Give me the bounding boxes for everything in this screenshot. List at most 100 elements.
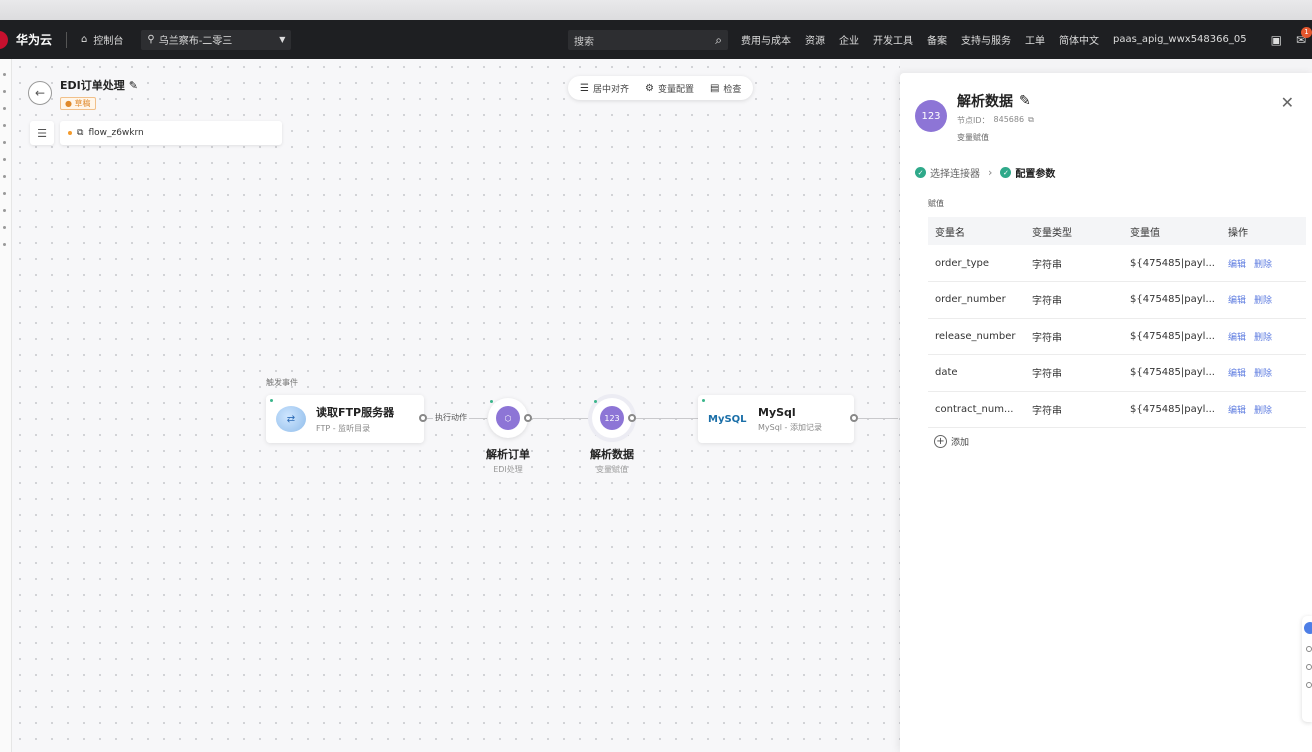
edit-link[interactable]: 编辑 xyxy=(1228,296,1246,306)
node-mysql[interactable]: MySQL MySql MySql - 添加记录 xyxy=(698,395,854,443)
brand-name[interactable]: 华为云 xyxy=(16,31,52,48)
left-collapsed-sidebar[interactable] xyxy=(0,59,12,752)
location-pin-icon: ⚲ xyxy=(147,34,155,45)
delete-link[interactable]: 删除 xyxy=(1254,369,1272,379)
node-parse-order[interactable]: ⬡ xyxy=(488,398,528,438)
nav-language[interactable]: 简体中文 xyxy=(1059,32,1099,47)
huawei-logo-icon xyxy=(0,30,8,49)
flow-name-item[interactable]: ⧉ flow_z6wkrn xyxy=(60,121,282,145)
delete-link[interactable]: 删除 xyxy=(1254,296,1272,306)
nav-user-account[interactable]: paas_apig_wwx548366_05 xyxy=(1113,34,1247,45)
step-config-params[interactable]: ✓ 配置参数 xyxy=(1000,165,1055,180)
nav-dev-tools[interactable]: 开发工具 xyxy=(873,32,913,47)
flow-title: EDI订单处理 ✎ xyxy=(60,77,138,93)
nav-tickets[interactable]: 工单 xyxy=(1025,32,1045,47)
section-label: 赋值 xyxy=(928,199,944,208)
output-port[interactable] xyxy=(419,414,427,422)
delete-link[interactable]: 删除 xyxy=(1254,333,1272,343)
sidebar-handle xyxy=(3,243,6,246)
notification-badge: 1 xyxy=(1301,26,1312,38)
nav-filing[interactable]: 备案 xyxy=(927,32,947,47)
node-title: 读取FTP服务器 xyxy=(316,406,395,419)
flow-name-label: flow_z6wkrn xyxy=(88,128,144,138)
region-selector[interactable]: ⚲ 乌兰察布-二零三 ▼ xyxy=(141,29,292,50)
var-name-cell: release_number xyxy=(928,318,1025,355)
home-icon: ⌂ xyxy=(81,34,88,45)
window-top-strip xyxy=(0,0,1312,20)
edit-link[interactable]: 编辑 xyxy=(1228,369,1246,379)
back-button[interactable]: ← xyxy=(28,81,52,105)
edit-pencil-icon[interactable]: ✎ xyxy=(1019,93,1031,109)
terminal-icon[interactable]: ▣ xyxy=(1271,33,1282,47)
center-align-label: 居中对齐 xyxy=(592,84,629,95)
sidebar-handle xyxy=(3,192,6,195)
feedback-icon[interactable] xyxy=(1306,664,1312,670)
table-row: date 字符串 ${475485|payl... 编辑 删除 xyxy=(928,354,1306,392)
copy-icon[interactable]: ⧉ xyxy=(1028,115,1034,126)
align-icon: ☰ xyxy=(580,82,589,94)
node-subtitle: FTP - 监听目录 xyxy=(316,424,371,433)
flow-title-text: EDI订单处理 xyxy=(60,79,125,92)
node-ftp[interactable]: ⇄ 读取FTP服务器 FTP - 监听目录 xyxy=(266,395,424,443)
console-label: 控制台 xyxy=(93,36,124,47)
sidebar-handle xyxy=(3,209,6,212)
var-config-button[interactable]: ⚙ 变量配置 xyxy=(645,82,694,95)
status-dot xyxy=(68,131,72,135)
center-align-button[interactable]: ☰ 居中对齐 xyxy=(580,82,629,95)
divider xyxy=(66,31,68,48)
settings-icon[interactable] xyxy=(1306,682,1312,688)
status-dot xyxy=(594,400,597,403)
variable-table: 变量名 变量类型 变量值 操作 order_type 字符串 ${475485|… xyxy=(928,217,1306,428)
close-icon[interactable]: ✕ xyxy=(1281,93,1294,112)
nav-support[interactable]: 支持与服务 xyxy=(961,32,1011,47)
nav-cost[interactable]: 费用与成本 xyxy=(741,32,791,47)
check-circle-icon: ✓ xyxy=(1000,167,1012,178)
plus-circle-icon: + xyxy=(934,435,947,448)
node-parse-data[interactable]: 123 xyxy=(592,398,632,438)
var-type-cell: 字符串 xyxy=(1025,245,1123,282)
gear-icon: ⚙ xyxy=(644,82,654,94)
help-icon[interactable] xyxy=(1306,646,1312,652)
delete-link[interactable]: 删除 xyxy=(1254,406,1272,416)
add-label: 添加 xyxy=(951,438,970,448)
search-icon[interactable]: ⌕ xyxy=(715,33,722,48)
message-icon[interactable]: ✉ 1 xyxy=(1296,26,1312,47)
node-title: 解析数据 xyxy=(590,448,634,461)
assistant-icon[interactable] xyxy=(1304,622,1312,634)
edit-link[interactable]: 编辑 xyxy=(1228,333,1246,343)
table-row: contract_num... 字符串 ${475485|payl... 编辑删… xyxy=(928,391,1306,428)
node-caption: 解析数据 变量赋值 xyxy=(567,446,657,475)
check-button[interactable]: ▤ 检查 xyxy=(710,82,741,95)
delete-link[interactable]: 删除 xyxy=(1254,260,1272,270)
add-variable-button[interactable]: + 添加 xyxy=(934,435,969,448)
var-value-cell: ${475485|payl... xyxy=(1123,391,1221,428)
output-port[interactable] xyxy=(628,414,636,422)
nav-resources[interactable]: 资源 xyxy=(805,32,825,47)
output-port[interactable] xyxy=(524,414,532,422)
region-label: 乌兰察布-二零三 xyxy=(158,36,233,47)
step-label: 配置参数 xyxy=(1015,169,1056,180)
panel-title-text: 解析数据 xyxy=(957,94,1013,110)
sidebar-handle xyxy=(3,90,6,93)
edit-link[interactable]: 编辑 xyxy=(1228,406,1246,416)
step-select-connector[interactable]: ✓ 选择连接器 xyxy=(915,165,980,180)
panel-title: 解析数据 ✎ xyxy=(957,91,1034,111)
chevron-right-icon: › xyxy=(988,166,993,179)
check-label: 检查 xyxy=(723,84,742,95)
node-subtitle: EDI处理 xyxy=(493,465,523,474)
output-port[interactable] xyxy=(850,414,858,422)
sidebar-handle xyxy=(3,141,6,144)
top-nav-bar: 华为云 ⌂ 控制台 ⚲ 乌兰察布-二零三 ▼ 搜索 ⌕ 费用与成本 资源 企业 … xyxy=(0,20,1312,59)
flow-canvas[interactable]: ← EDI订单处理 ✎ ● 草稿 ☰ ⧉ flow_z6wkrn ☰ 居中对齐 ⚙… xyxy=(12,59,900,752)
sidebar-handle xyxy=(3,124,6,127)
menu-toggle-button[interactable]: ☰ xyxy=(30,121,54,145)
console-link[interactable]: ⌂ 控制台 xyxy=(81,32,123,47)
list-icon: ☰ xyxy=(37,126,47,140)
edit-pencil-icon[interactable]: ✎ xyxy=(129,79,138,92)
edge-label: 执行动作 xyxy=(433,412,469,423)
edit-link[interactable]: 编辑 xyxy=(1228,260,1246,270)
status-badge: ● 草稿 xyxy=(60,97,96,110)
nav-enterprise[interactable]: 企业 xyxy=(839,32,859,47)
search-input[interactable]: 搜索 ⌕ xyxy=(568,30,728,50)
mysql-logo-icon: MySQL xyxy=(708,413,747,425)
